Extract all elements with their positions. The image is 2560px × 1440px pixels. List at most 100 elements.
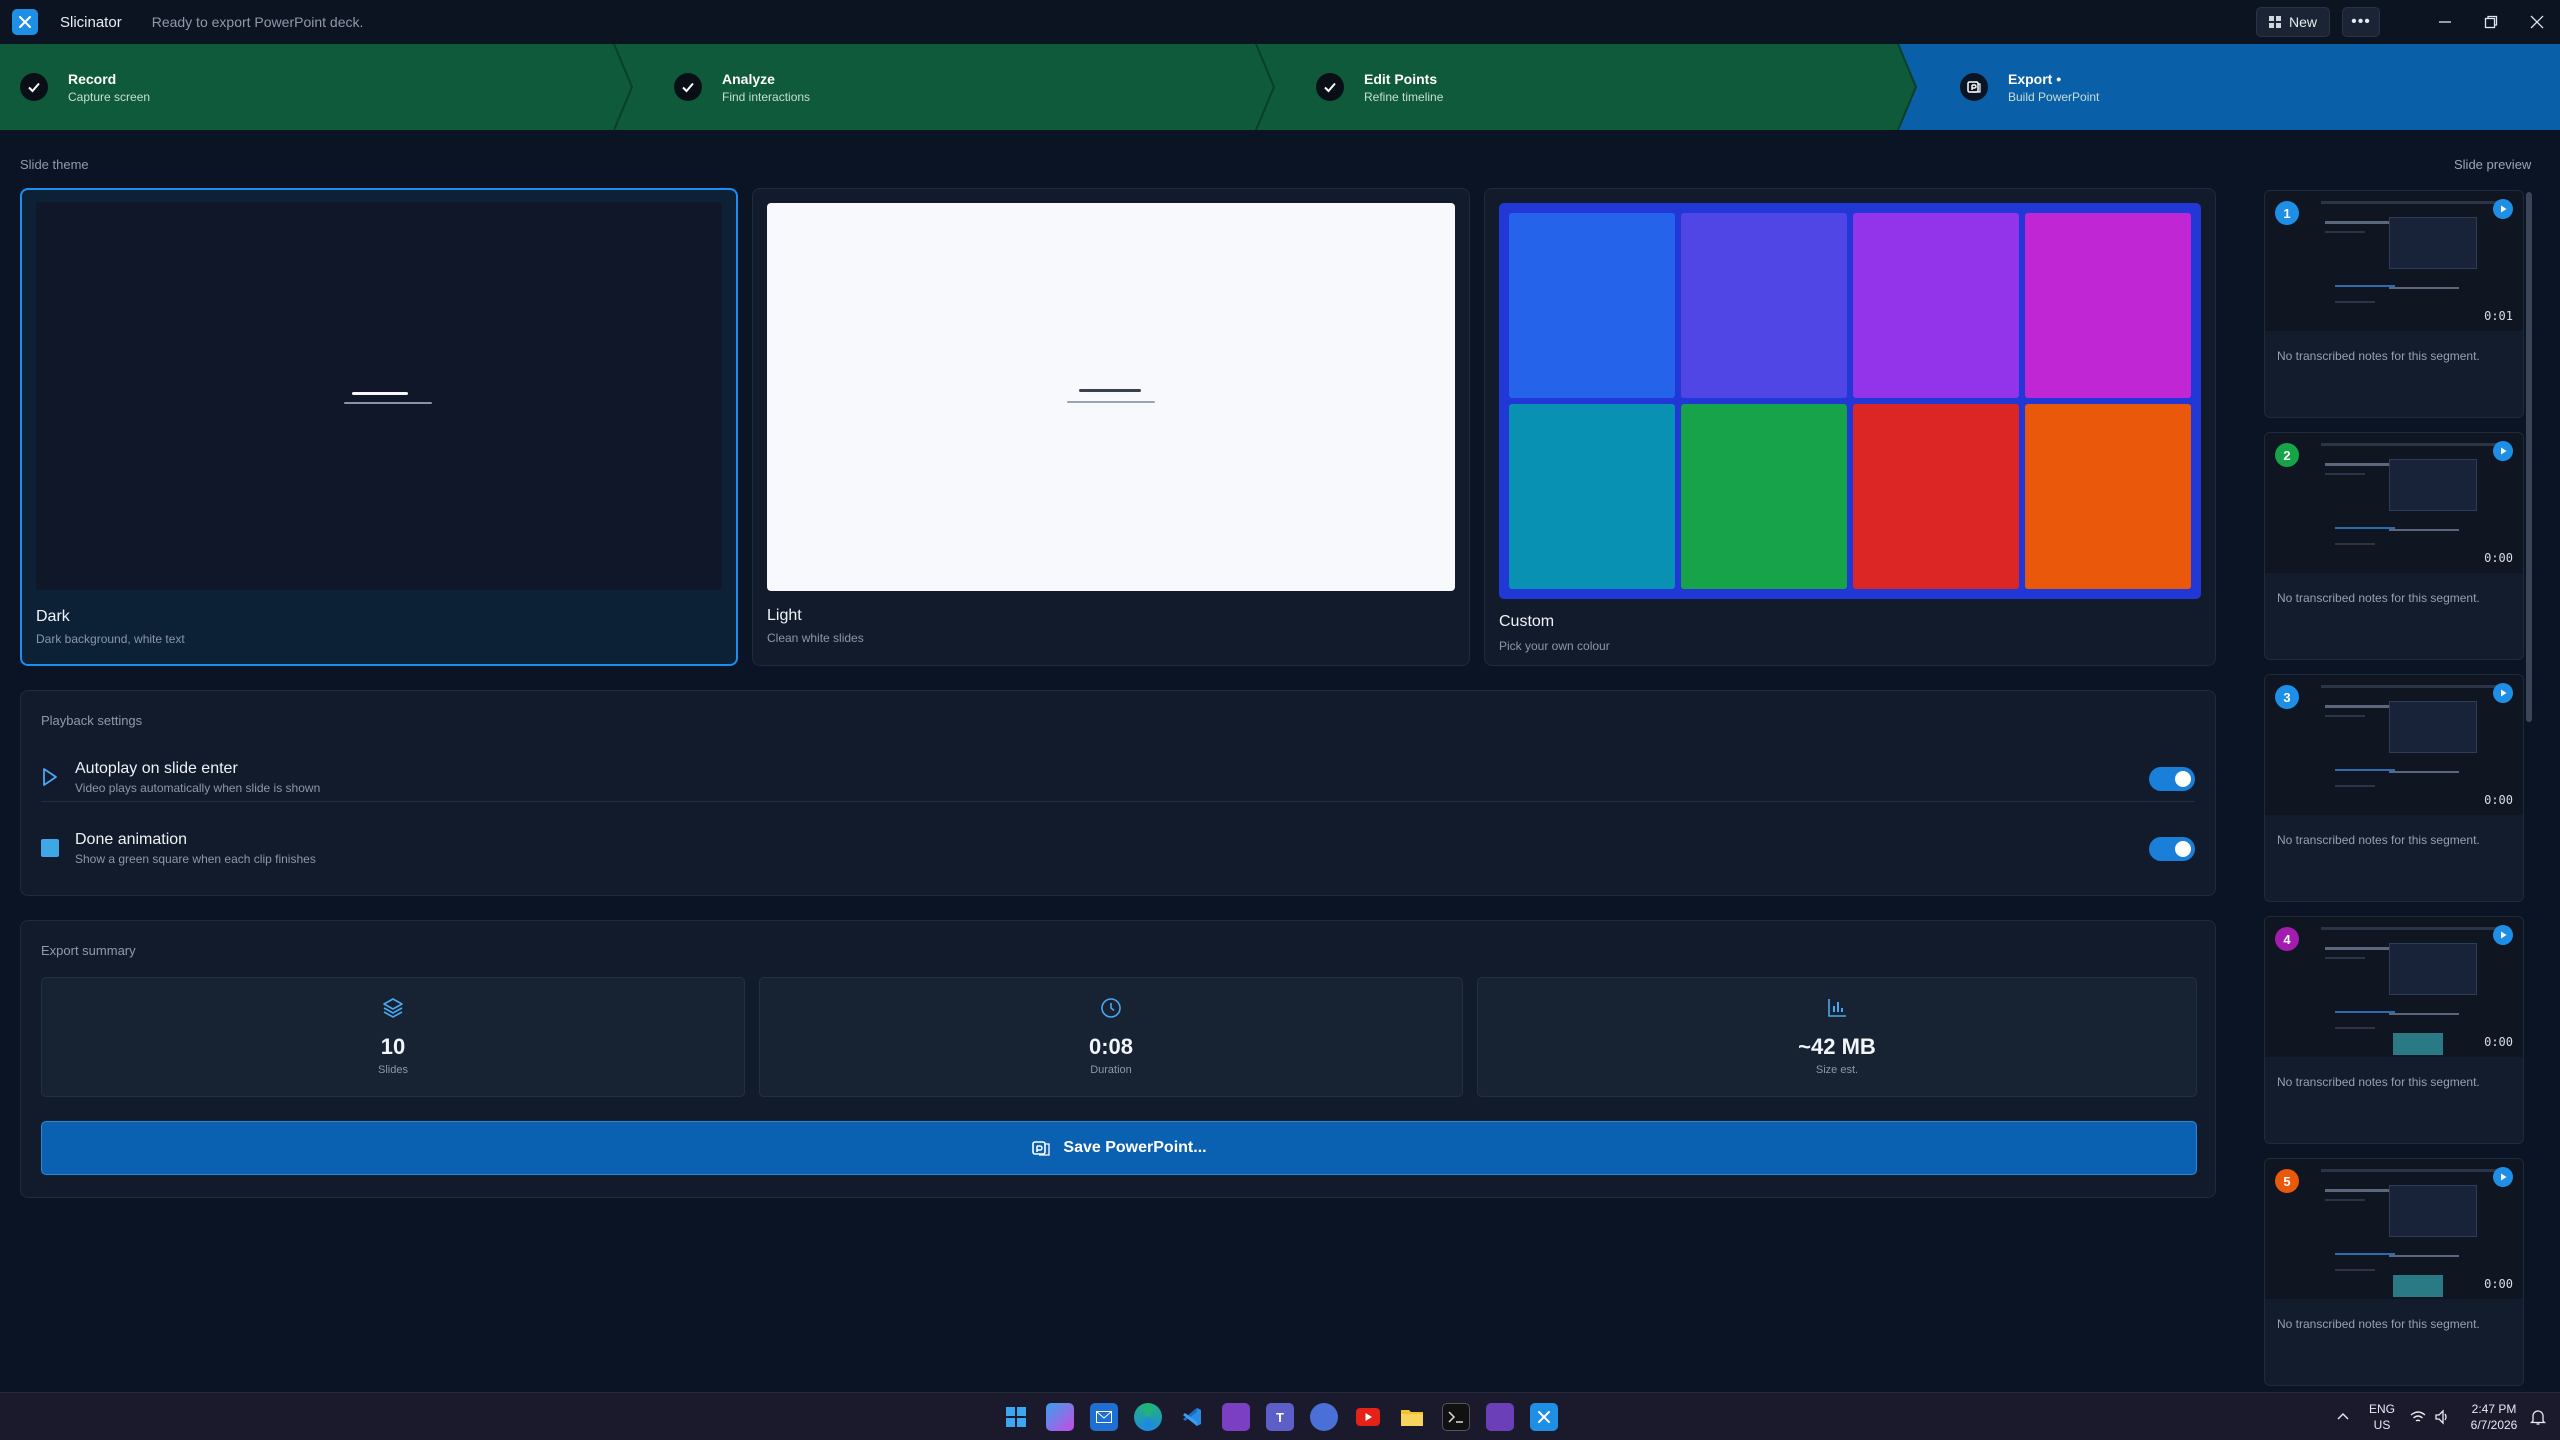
- chat-icon[interactable]: [1310, 1403, 1338, 1431]
- edge-browser-icon[interactable]: [1134, 1403, 1162, 1431]
- thumbnail-detail: [2389, 1255, 2459, 1257]
- slide-preview-card[interactable]: 1 0:01 No transcribed notes for this segme…: [2264, 190, 2524, 418]
- play-preview-button[interactable]: [2493, 441, 2513, 461]
- thumbnail-detail: [2325, 947, 2395, 950]
- save-powerpoint-button[interactable]: Save PowerPoint...: [41, 1121, 2197, 1175]
- slide-preview-card[interactable]: 5 0:00 No transcribed notes for this segme…: [2264, 1158, 2524, 1386]
- slide-preview-label: Slide preview: [2454, 157, 2532, 172]
- powerpoint-icon: [1032, 1141, 1051, 1156]
- theme-description: Pick your own colour: [1499, 639, 1610, 653]
- slide-preview-card[interactable]: 3 0:00 No transcribed notes for this segme…: [2264, 674, 2524, 902]
- clock-time: 2:47 PM: [2471, 1402, 2517, 1416]
- color-swatch[interactable]: [1853, 404, 2019, 589]
- app-logo-icon: [12, 9, 38, 35]
- play-preview-button[interactable]: [2493, 199, 2513, 219]
- title-bar: Slicinator Ready to export PowerPoint de…: [0, 0, 2560, 44]
- done-animation-toggle[interactable]: [2149, 837, 2195, 861]
- thumbnail-detail: [2335, 301, 2375, 303]
- new-button[interactable]: New: [2255, 7, 2330, 37]
- terminal-icon[interactable]: [1442, 1403, 1470, 1431]
- step-analyze[interactable]: Analyze Find interactions: [674, 44, 810, 130]
- thumbnail-detail: [2335, 1269, 2375, 1271]
- wifi-icon[interactable]: [2410, 1410, 2426, 1424]
- thumbnail-detail: [2335, 285, 2395, 287]
- clock[interactable]: 2:47 PM 6/7/2026: [2462, 1401, 2526, 1433]
- thumbnail-detail: [2389, 287, 2459, 289]
- divider: [41, 801, 2195, 802]
- thumbnail-detail: [2321, 927, 2501, 930]
- step-export[interactable]: Export • Build PowerPoint: [1960, 44, 2099, 130]
- thumbnail-detail: [2325, 957, 2365, 959]
- step-record[interactable]: Record Capture screen: [20, 44, 150, 130]
- play-preview-button[interactable]: [2493, 1167, 2513, 1187]
- play-icon: [2501, 205, 2507, 213]
- color-swatch[interactable]: [2025, 404, 2191, 589]
- color-swatch[interactable]: [1853, 213, 2019, 398]
- grid-icon: [2268, 16, 2281, 28]
- new-button-label: New: [2288, 14, 2317, 30]
- step-subtitle: Build PowerPoint: [2008, 89, 2100, 104]
- slide-duration: 0:00: [2484, 551, 2513, 565]
- copilot-icon[interactable]: [1046, 1403, 1074, 1431]
- export-summary-panel: Export summary 10 Slides 0:08 Duration ~…: [20, 920, 2216, 1198]
- color-swatch[interactable]: [1681, 404, 1847, 589]
- vscode-icon[interactable]: [1178, 1403, 1206, 1431]
- thumbnail-detail: [2335, 785, 2375, 787]
- thumbnail-detail: [2325, 221, 2395, 224]
- clock-date: 6/7/2026: [2470, 1418, 2518, 1432]
- language-indicator[interactable]: ENG US: [2368, 1401, 2396, 1433]
- slide-theme-label: Slide theme: [20, 157, 89, 172]
- play-preview-button[interactable]: [2493, 925, 2513, 945]
- language-code: ENG: [2368, 1402, 2395, 1416]
- file-explorer-icon[interactable]: [1398, 1403, 1426, 1431]
- autoplay-toggle[interactable]: [2149, 767, 2195, 791]
- mail-icon[interactable]: [1090, 1403, 1118, 1431]
- notification-bell-icon[interactable]: [2530, 1408, 2546, 1426]
- step-subtitle: Find interactions: [722, 89, 811, 104]
- theme-option-light[interactable]: Light Clean white slides: [752, 188, 1470, 666]
- color-swatch[interactable]: [2025, 213, 2191, 398]
- visual-studio-icon[interactable]: [1222, 1403, 1250, 1431]
- slicinator-taskbar-icon[interactable]: [1530, 1403, 1558, 1431]
- chevron-up-icon[interactable]: [2336, 1411, 2350, 1421]
- youtube-icon[interactable]: [1354, 1403, 1382, 1431]
- stat-value: ~42 MB: [1798, 1034, 1876, 1059]
- stat-label: Size est.: [1815, 1064, 1859, 1076]
- thumbnail-detail: [2335, 1011, 2395, 1013]
- powerpoint-icon: [1960, 73, 1988, 101]
- step-title: Edit Points: [1364, 70, 1438, 87]
- light-theme-thumbnail: [767, 203, 1455, 591]
- thumbnail-detail: [2325, 473, 2365, 475]
- dark-theme-thumbnail: [36, 202, 722, 590]
- checkmark-icon: [1316, 73, 1344, 101]
- close-button[interactable]: [2514, 0, 2560, 44]
- slide-number-badge: 1: [2275, 201, 2299, 225]
- thumbnail-detail: [2335, 1027, 2375, 1029]
- image-editor-icon[interactable]: [1486, 1403, 1514, 1431]
- preview-scrollbar[interactable]: [2526, 192, 2532, 722]
- step-edit-points[interactable]: Edit Points Refine timeline: [1316, 44, 1443, 130]
- clock-icon: [1101, 998, 1121, 1018]
- more-options-button[interactable]: •••: [2342, 7, 2380, 37]
- more-options-label: •••: [2351, 13, 2371, 30]
- theme-description: Dark background, white text: [36, 632, 185, 646]
- volume-icon[interactable]: [2434, 1409, 2450, 1425]
- theme-option-custom[interactable]: Custom Pick your own colour: [1484, 188, 2216, 666]
- color-swatch[interactable]: [1509, 404, 1675, 589]
- slide-preview-card[interactable]: 2 0:00 No transcribed notes for this segme…: [2264, 432, 2524, 660]
- color-swatch[interactable]: [1509, 213, 1675, 398]
- slide-number-badge: 2: [2275, 443, 2299, 467]
- thumbnail-detail: [2335, 527, 2395, 529]
- theme-description: Clean white slides: [767, 631, 864, 645]
- slide-number-badge: 3: [2275, 685, 2299, 709]
- play-preview-button[interactable]: [2493, 683, 2513, 703]
- color-swatch[interactable]: [1681, 213, 1847, 398]
- restore-button[interactable]: [2468, 0, 2514, 44]
- minimize-button[interactable]: [2422, 0, 2468, 44]
- start-menu-icon[interactable]: [1002, 1403, 1030, 1431]
- theme-option-dark[interactable]: Dark Dark background, white text: [20, 188, 738, 666]
- teams-icon[interactable]: T: [1266, 1403, 1294, 1431]
- slide-preview-card[interactable]: 4 0:00 No transcribed notes for this segme…: [2264, 916, 2524, 1144]
- thumbnail-detail: [2321, 685, 2501, 688]
- slide-notes: No transcribed notes for this segment.: [2277, 591, 2480, 605]
